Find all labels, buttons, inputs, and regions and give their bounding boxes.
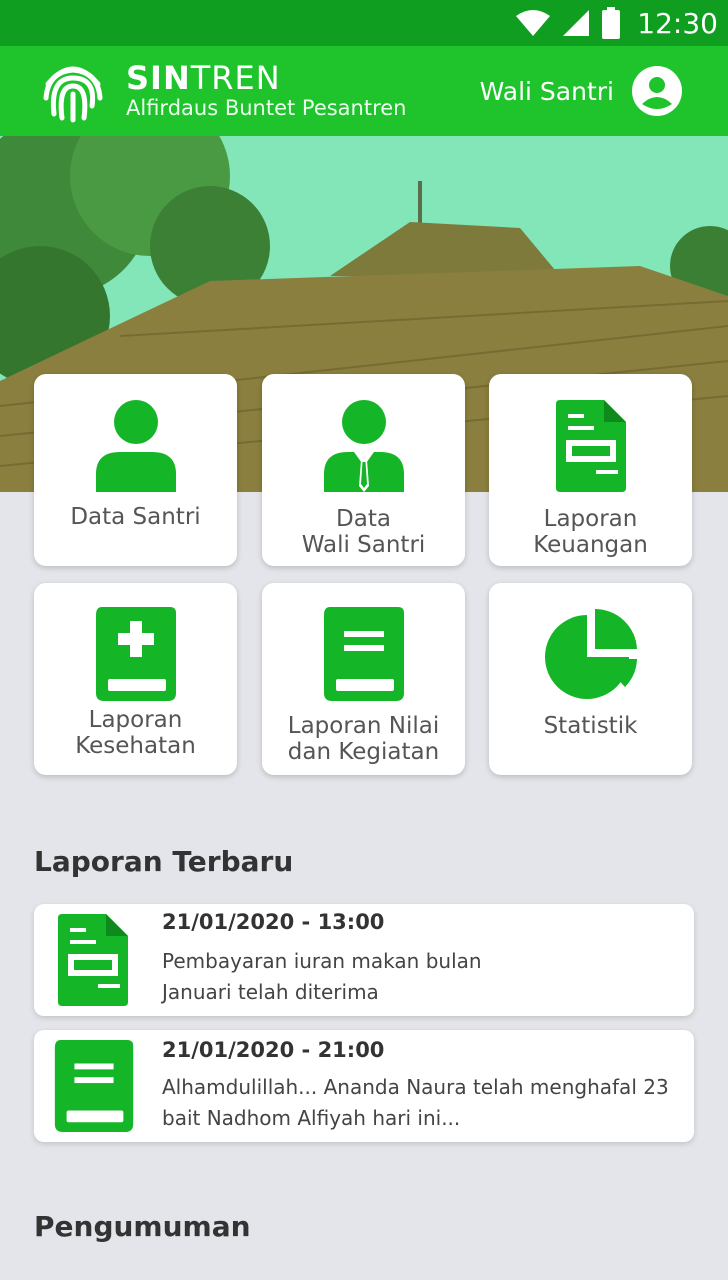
report-message-line1: Pembayaran iuran makan bulan (162, 949, 482, 973)
app-bar: SINTREN Alfirdaus Buntet Pesantren Wali … (0, 46, 728, 136)
tile-label-line1: Laporan Nilai (287, 713, 440, 739)
section-title-latest: Laporan Terbaru (34, 845, 294, 878)
tile-data-wali-santri[interactable]: Data Wali Santri (262, 374, 465, 566)
app-subtitle: Alfirdaus Buntet Pesantren (126, 96, 407, 120)
tile-data-santri[interactable]: Data Santri (34, 374, 237, 566)
report-message: Pembayaran iuran makan bulan Januari tel… (162, 946, 674, 1008)
fingerprint-icon (43, 66, 103, 123)
book-icon (54, 1040, 134, 1132)
report-message-line2: Januari telah diterima (162, 980, 379, 1004)
report-card[interactable]: 21/01/2020 - 13:00 Pembayaran iuran maka… (34, 904, 694, 1016)
signal-icon (563, 10, 590, 36)
app-title: SINTREN (126, 59, 281, 97)
tile-label-line2: Keuangan (533, 532, 648, 558)
tile-label: Data Santri (70, 504, 201, 530)
tile-label-line1: Laporan (88, 707, 183, 733)
status-time: 12:30 (637, 6, 718, 40)
tile-label-line2: dan Kegiatan (287, 739, 440, 765)
document-icon (58, 914, 128, 1006)
tile-laporan-kesehatan[interactable]: Laporan Kesehatan (34, 583, 237, 775)
report-date: 21/01/2020 - 21:00 (162, 1038, 385, 1062)
report-date: 21/01/2020 - 13:00 (162, 910, 385, 934)
user-label: Wali Santri (479, 76, 614, 106)
battery-icon (602, 7, 621, 39)
tile-label: Statistik (543, 713, 638, 739)
person-tie-icon (323, 400, 404, 492)
tile-label-line1: Laporan (543, 506, 638, 532)
tile-label-line2: Kesehatan (75, 733, 196, 759)
report-message: Alhamdulillah... Ananda Naura telah meng… (162, 1072, 674, 1134)
person-icon (95, 400, 176, 492)
pie-chart-icon (544, 609, 637, 699)
tile-statistik[interactable]: Statistik (489, 583, 692, 775)
tile-laporan-keuangan[interactable]: Laporan Keuangan (489, 374, 692, 566)
document-icon (555, 400, 626, 492)
report-card[interactable]: 21/01/2020 - 21:00 Alhamdulillah... Anan… (34, 1030, 694, 1142)
tile-label-line2: Wali Santri (301, 532, 426, 558)
account-circle-icon[interactable] (632, 66, 682, 116)
report-message-line2: bait Nadhom Alfiyah hari ini... (162, 1106, 461, 1130)
tile-laporan-nilai-kegiatan[interactable]: Laporan Nilai dan Kegiatan (262, 583, 465, 775)
book-icon (323, 607, 404, 701)
wifi-icon (516, 10, 551, 36)
brand: SINTREN Alfirdaus Buntet Pesantren (40, 58, 407, 124)
brand-text: SINTREN Alfirdaus Buntet Pesantren (126, 61, 407, 121)
tile-label-line1: Data (336, 506, 391, 532)
status-bar: 12:30 (0, 0, 728, 46)
section-title-announcements: Pengumuman (34, 1210, 251, 1243)
user-menu[interactable]: Wali Santri (480, 66, 682, 116)
report-message-line1: Alhamdulillah... Ananda Naura telah meng… (162, 1075, 669, 1099)
medical-book-icon (95, 607, 176, 701)
